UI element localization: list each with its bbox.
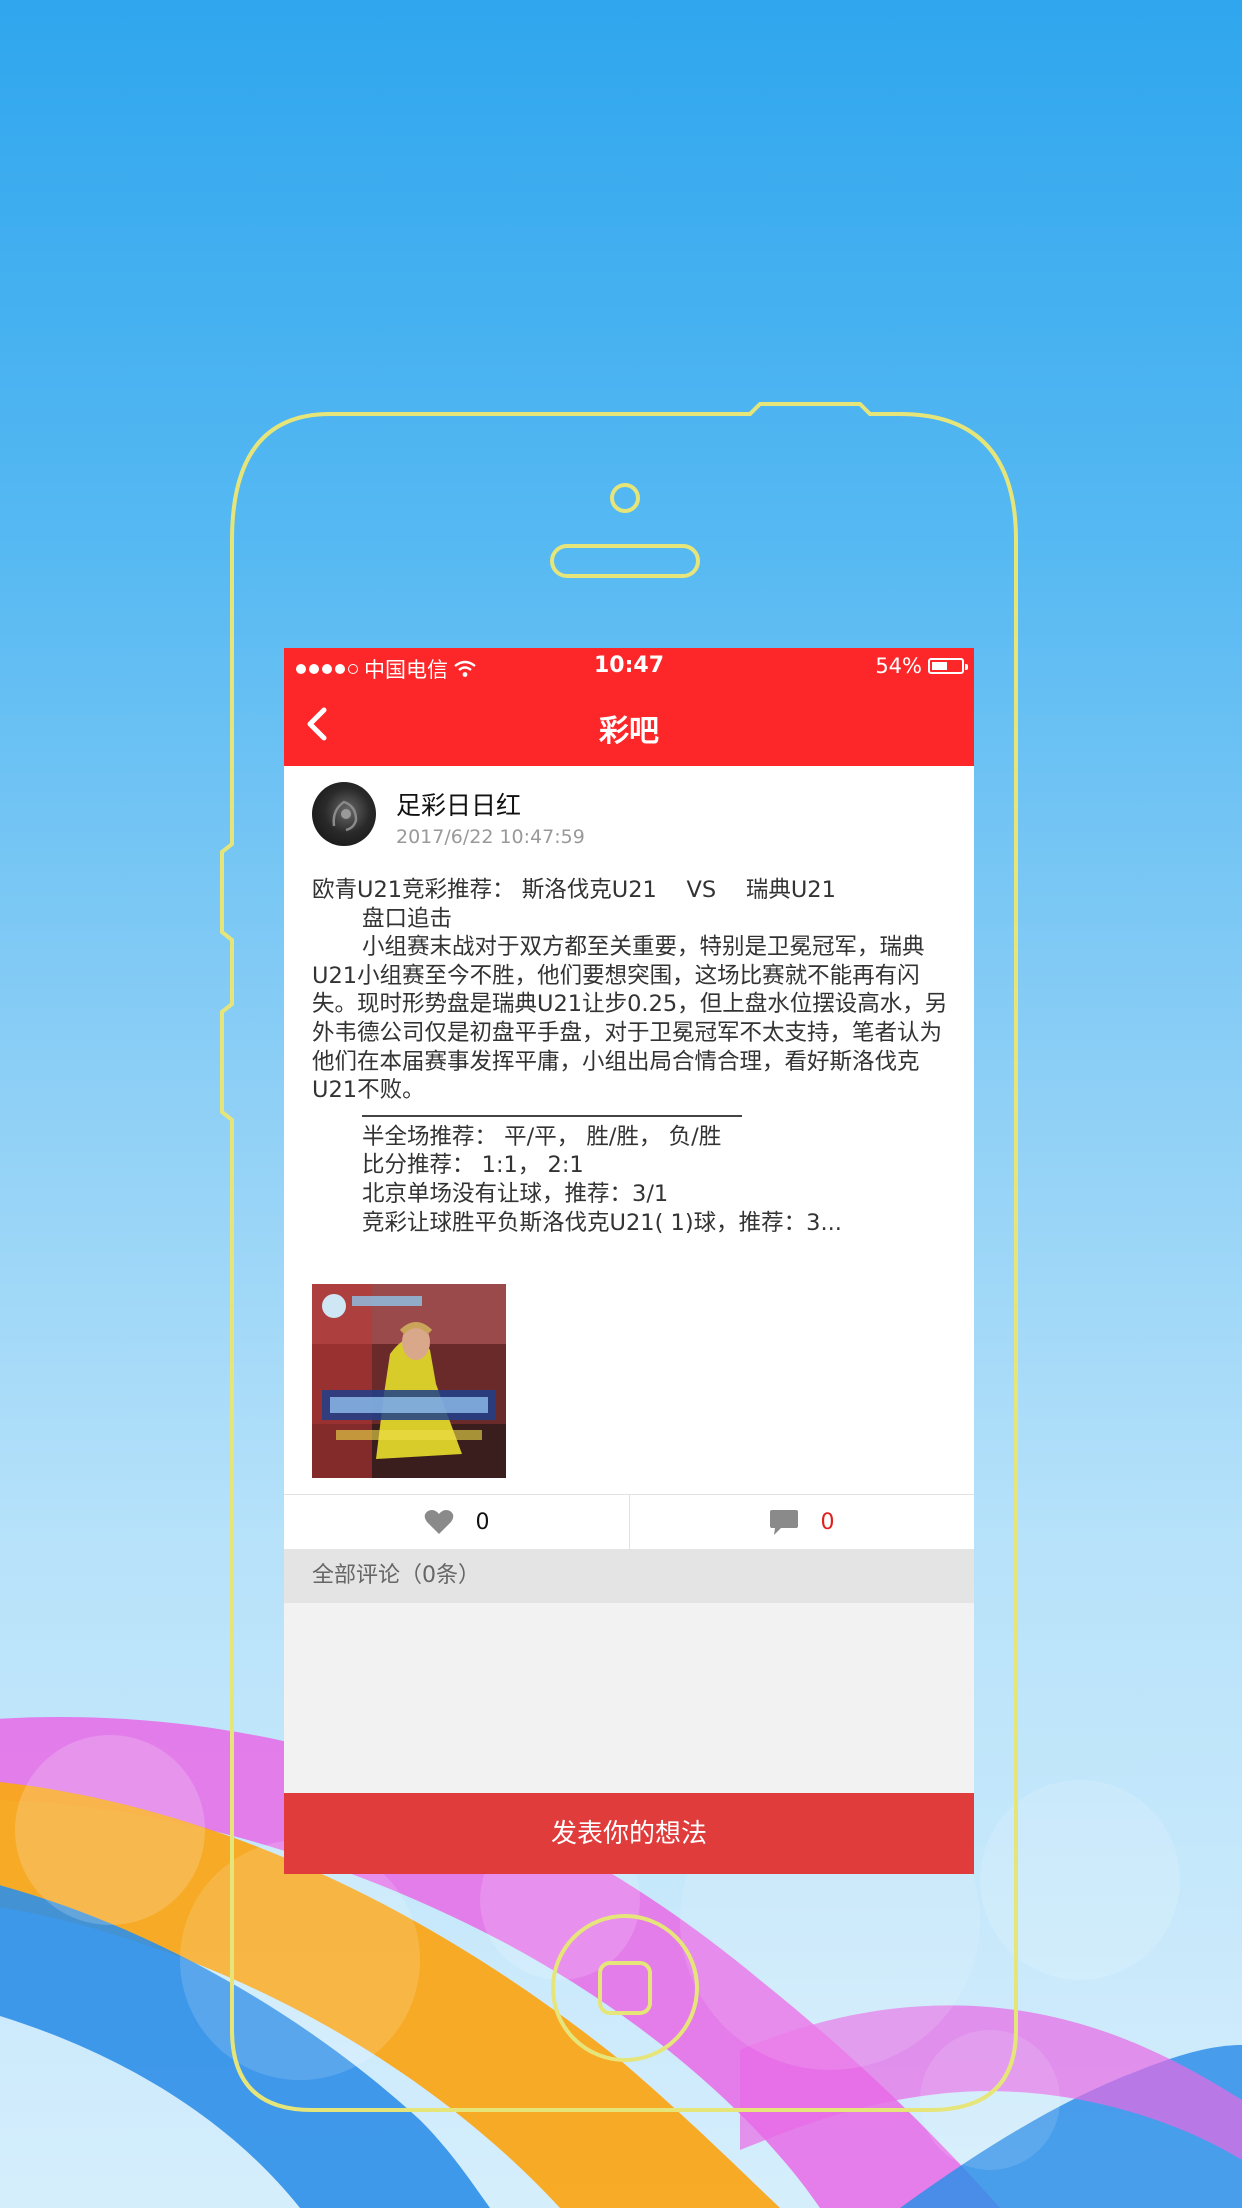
- post-line: 盘口追击: [362, 905, 453, 932]
- post-header: 足彩日日红 2017/6/22 10:47:59: [312, 782, 952, 848]
- post-line: 竞彩让球胜平负斯洛伐克U21( 1)球，推荐：3...: [362, 1209, 842, 1236]
- post-image-thumbnail[interactable]: [312, 1284, 506, 1478]
- post-content: 欧青U21竞彩推荐： 斯洛伐克U21 VS 瑞典U21 盘口追击 小组赛末战对于…: [312, 876, 952, 1237]
- comment-button[interactable]: 0: [629, 1495, 974, 1549]
- comment-count: 0: [820, 1509, 835, 1535]
- post-paragraph: 小组赛末战对于双方都至关重要，特别是卫冕冠军，瑞典U21小组赛至今不胜，他们要想…: [312, 934, 948, 1104]
- page-title: 彩吧: [599, 714, 659, 749]
- like-count: 0: [475, 1509, 490, 1535]
- post-timestamp: 2017/6/22 10:47:59: [396, 826, 585, 848]
- action-bar: 0 0: [284, 1494, 974, 1549]
- post-comment-button[interactable]: 发表你的想法: [284, 1793, 974, 1874]
- divider-line: [362, 1114, 742, 1117]
- comments-header: 全部评论（0条）: [284, 1549, 974, 1603]
- author-name[interactable]: 足彩日日红: [396, 786, 521, 822]
- status-bar: 中国电信 10:47 54%: [284, 648, 974, 684]
- status-time: 10:47: [593, 653, 665, 678]
- app-screen: 中国电信 10:47 54% 彩吧 足彩日日红 2017/6/22 10:47:…: [284, 648, 974, 1874]
- like-button[interactable]: 0: [284, 1495, 630, 1549]
- avatar-figure-icon: [332, 800, 358, 832]
- comment-bubble-icon: [769, 1510, 798, 1535]
- battery-icon: [928, 658, 968, 674]
- heart-icon: [424, 1510, 453, 1534]
- post-line: 北京单场没有让球，推荐：3/1: [362, 1180, 669, 1207]
- battery-percent: 54%: [875, 654, 922, 678]
- post-line: 半全场推荐： 平/平， 胜/胜， 负/胜: [362, 1123, 722, 1150]
- post-line: 比分推荐： 1:1， 2:1: [362, 1152, 584, 1179]
- nav-bar: 彩吧: [284, 684, 974, 766]
- status-right: 54%: [875, 654, 968, 678]
- avatar[interactable]: [312, 782, 376, 846]
- post-line: 欧青U21竞彩推荐： 斯洛伐克U21 VS 瑞典U21: [312, 877, 836, 903]
- comments-list: [284, 1603, 974, 1793]
